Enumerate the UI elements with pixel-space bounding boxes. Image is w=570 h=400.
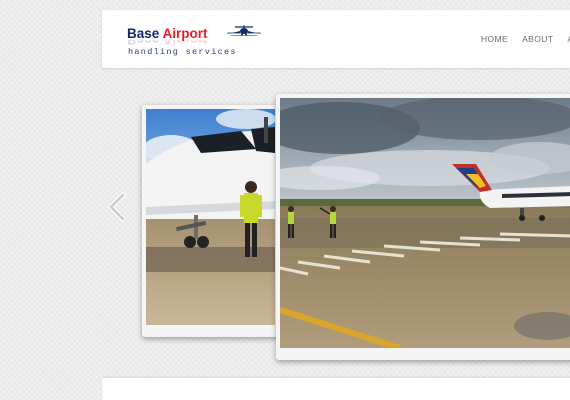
- logo-tagline: handling services: [128, 47, 237, 57]
- jet-nose-photo: [146, 109, 283, 333]
- chevron-left-icon[interactable]: [106, 192, 128, 222]
- slide-photo-back[interactable]: [142, 105, 287, 337]
- logo-word-base: Base: [127, 26, 160, 41]
- airplane-icon: [227, 25, 261, 36]
- nav-item-home[interactable]: HOME: [481, 34, 508, 44]
- logo-word-airport: Airport: [162, 26, 208, 41]
- tarmac-photo: [280, 98, 570, 356]
- logo-reflection: Base Airport: [127, 40, 208, 47]
- logo-wordmark: Base Airport: [127, 26, 208, 41]
- content-area: [102, 378, 570, 400]
- site-header: Base Airport Base Airport handling servi…: [102, 10, 570, 68]
- site-logo[interactable]: Base Airport Base Airport handling servi…: [127, 24, 267, 64]
- main-nav: HOME ABOUT A: [481, 34, 570, 44]
- slide-photo-front[interactable]: [276, 94, 570, 360]
- nav-item-about[interactable]: ABOUT: [522, 34, 553, 44]
